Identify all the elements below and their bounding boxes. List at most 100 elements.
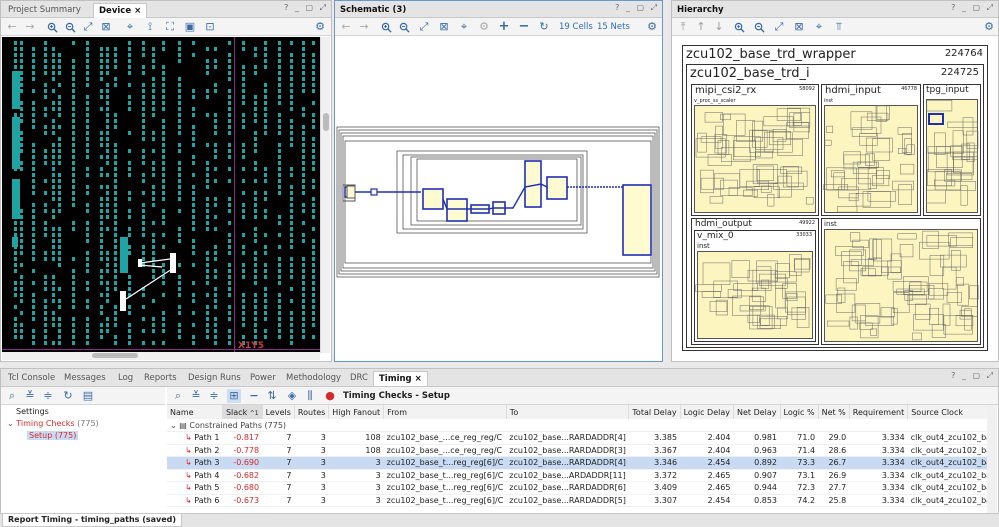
forward-icon[interactable]: → <box>23 20 37 34</box>
zoom-out-icon[interactable] <box>63 20 77 34</box>
routing-icon[interactable]: ⟟ <box>143 20 157 34</box>
col-total-delay[interactable]: Total Delay <box>628 405 681 419</box>
collapse-all-icon[interactable]: ≚ <box>189 389 203 403</box>
fit-icon[interactable]: ⤢ <box>417 20 431 34</box>
remove-icon[interactable]: − <box>517 20 531 34</box>
settings-gear-icon[interactable]: ⚙ <box>645 20 659 34</box>
remove-icon[interactable]: − <box>247 389 261 403</box>
search-icon[interactable]: ⌕ <box>171 389 185 403</box>
tab-schematic[interactable]: Schematic (3) <box>335 3 411 18</box>
block-mipi-csi2-rx[interactable]: mipi_csi2_rx 58092 v_proc_ss_scaler <box>691 84 819 216</box>
device-vscroll[interactable] <box>320 37 330 353</box>
window-controls[interactable]: ? _ ▢ ⤢ <box>615 3 659 13</box>
cell-count-link[interactable]: 19 Cells <box>559 22 593 32</box>
back-icon[interactable]: ← <box>339 20 353 34</box>
crosshair-icon[interactable]: ⌖ <box>812 20 826 34</box>
regenerate-icon[interactable]: ⚙ <box>477 20 491 34</box>
tab-device[interactable]: Device × <box>93 3 148 18</box>
zoom-out-icon[interactable] <box>397 20 411 34</box>
table-row[interactable]: ↳ Path 1 -0.817 7 3 108 zcu102_base_...ce_reg… <box>167 431 987 445</box>
tab-messages[interactable]: Messages <box>59 371 111 386</box>
col-logic-pct[interactable]: Logic % <box>780 405 819 419</box>
table-row[interactable]: ↳ Path 4 -0.682 7 3 3 zcu102_base_t...reg_reg… <box>167 469 987 482</box>
back-icon[interactable]: ← <box>5 20 19 34</box>
col-logic-delay[interactable]: Logic Delay <box>680 405 734 419</box>
forward-icon[interactable]: → <box>357 20 371 34</box>
zoom-area-icon[interactable]: ⊠ <box>437 20 451 34</box>
col-net-pct[interactable]: Net % <box>818 405 850 419</box>
tree-setup[interactable]: Setup (775) <box>27 431 79 440</box>
device-canvas[interactable]: X1Y5 <box>2 37 320 353</box>
tab-log[interactable]: Log <box>113 371 138 386</box>
zoom-area-icon[interactable]: ⊠ <box>792 20 806 34</box>
sort-icon[interactable]: ⇅ <box>265 389 279 403</box>
report-tab[interactable]: Report Timing - timing_paths (saved) <box>2 514 183 527</box>
col-requirement[interactable]: Requirement <box>849 405 909 419</box>
tab-timing[interactable]: Timing × <box>373 371 428 386</box>
crosshair-icon[interactable]: ⌖ <box>457 20 471 34</box>
scroll-thumb[interactable] <box>323 113 329 131</box>
columns-icon[interactable]: ⫼ <box>303 389 317 403</box>
top-icon[interactable]: ⤒ <box>676 20 690 34</box>
fit-icon[interactable]: ⤢ <box>772 20 786 34</box>
col-net-delay[interactable]: Net Delay <box>733 405 781 419</box>
device-hscroll[interactable] <box>2 352 320 360</box>
group-row[interactable]: ⌄ ▤ Constrained Paths (775) <box>167 419 987 432</box>
window-controls[interactable]: ? _ ▢ ⤢ <box>951 3 995 13</box>
hierarchy-canvas[interactable]: zcu102_base_trd_wrapper 224764 zcu102_ba… <box>680 43 992 355</box>
col-from[interactable]: From <box>383 405 507 419</box>
inst-box[interactable]: zcu102_base_trd_i 224725 mipi_csi2_rx 58… <box>686 64 984 348</box>
collapse-all-icon[interactable]: ≚ <box>23 389 37 403</box>
timing-vscroll[interactable] <box>987 405 997 513</box>
tab-tcl-console[interactable]: Tcl Console <box>3 371 60 386</box>
col-to[interactable]: To <box>506 405 630 419</box>
crosshair-icon[interactable]: ⌖ <box>123 20 137 34</box>
clipboard-icon[interactable]: ▤ <box>81 389 95 403</box>
col-levels[interactable]: Levels <box>262 405 295 419</box>
close-icon[interactable]: × <box>415 374 422 384</box>
expand-all-icon[interactable]: ≑ <box>207 389 221 403</box>
col-slack[interactable]: Slack ^1 <box>222 405 263 419</box>
down-icon[interactable]: ↓ <box>712 20 726 34</box>
tab-reports[interactable]: Reports <box>139 371 182 386</box>
net-count-link[interactable]: 15 Nets <box>597 22 630 32</box>
tab-design-runs[interactable]: Design Runs <box>183 371 246 386</box>
add-icon[interactable]: + <box>497 20 511 34</box>
zoom-in-icon[interactable] <box>379 20 393 34</box>
refresh-icon[interactable]: ↻ <box>61 389 75 403</box>
flatten-icon[interactable]: ⫪ <box>832 20 846 34</box>
tab-drc[interactable]: DRC <box>345 371 373 386</box>
tab-methodology[interactable]: Methodology <box>281 371 346 386</box>
table-row[interactable]: ↳ Path 3 -0.690 7 3 3 zcu102_base_t...reg_reg… <box>167 456 987 470</box>
zoom-in-icon[interactable] <box>45 20 59 34</box>
schematic-canvas[interactable] <box>335 37 662 361</box>
tab-project-summary[interactable]: Project Summary <box>3 3 86 18</box>
block-hdmi-input[interactable]: hdmi_input 46778 inst <box>821 84 921 216</box>
block-v-mix-0[interactable]: v_mix_0 33033 inst <box>694 230 816 342</box>
block-hdmi-output-inst[interactable]: inst <box>821 218 981 345</box>
window-controls[interactable]: ? _ ▢ ⤢ <box>284 3 328 13</box>
col-source-clock[interactable]: Source Clock <box>907 405 987 419</box>
route-nets-icon[interactable]: ⊡ <box>203 20 217 34</box>
tab-power[interactable]: Power <box>245 371 281 386</box>
table-row[interactable]: ↳ Path 6 -0.673 7 3 3 zcu102_base_t...reg_reg… <box>167 494 987 507</box>
highlight-icon[interactable]: ◈ <box>285 389 299 403</box>
zoom-out-icon[interactable] <box>752 20 766 34</box>
window-controls[interactable]: ? _ ▢ ⤢ <box>951 371 995 381</box>
refresh-icon[interactable]: ↻ <box>537 20 551 34</box>
search-icon[interactable]: ⌕ <box>5 389 19 403</box>
col-name[interactable]: Name <box>167 405 223 419</box>
block-hdmi-output[interactable]: hdmi_output 49922 v_mix_0 33033 inst <box>691 218 819 345</box>
close-icon[interactable]: × <box>134 6 141 16</box>
up-icon[interactable]: ↑ <box>694 20 708 34</box>
settings-gear-icon[interactable]: ⚙ <box>313 20 327 34</box>
zoom-in-icon[interactable] <box>732 20 746 34</box>
col-routes[interactable]: Routes <box>294 405 330 419</box>
settings-gear-icon[interactable]: ⚙ <box>982 20 996 34</box>
tree-settings[interactable]: Settings <box>16 407 49 416</box>
tree-timing-checks[interactable]: ⌄ Timing Checks (775) <box>7 419 99 428</box>
cell-icon[interactable]: ▣ <box>183 20 197 34</box>
tab-hierarchy[interactable]: Hierarchy <box>672 3 729 18</box>
wrapper-box[interactable]: zcu102_base_trd_wrapper 224764 zcu102_ba… <box>682 45 988 351</box>
col-high-fanout[interactable]: High Fanout <box>328 405 385 419</box>
